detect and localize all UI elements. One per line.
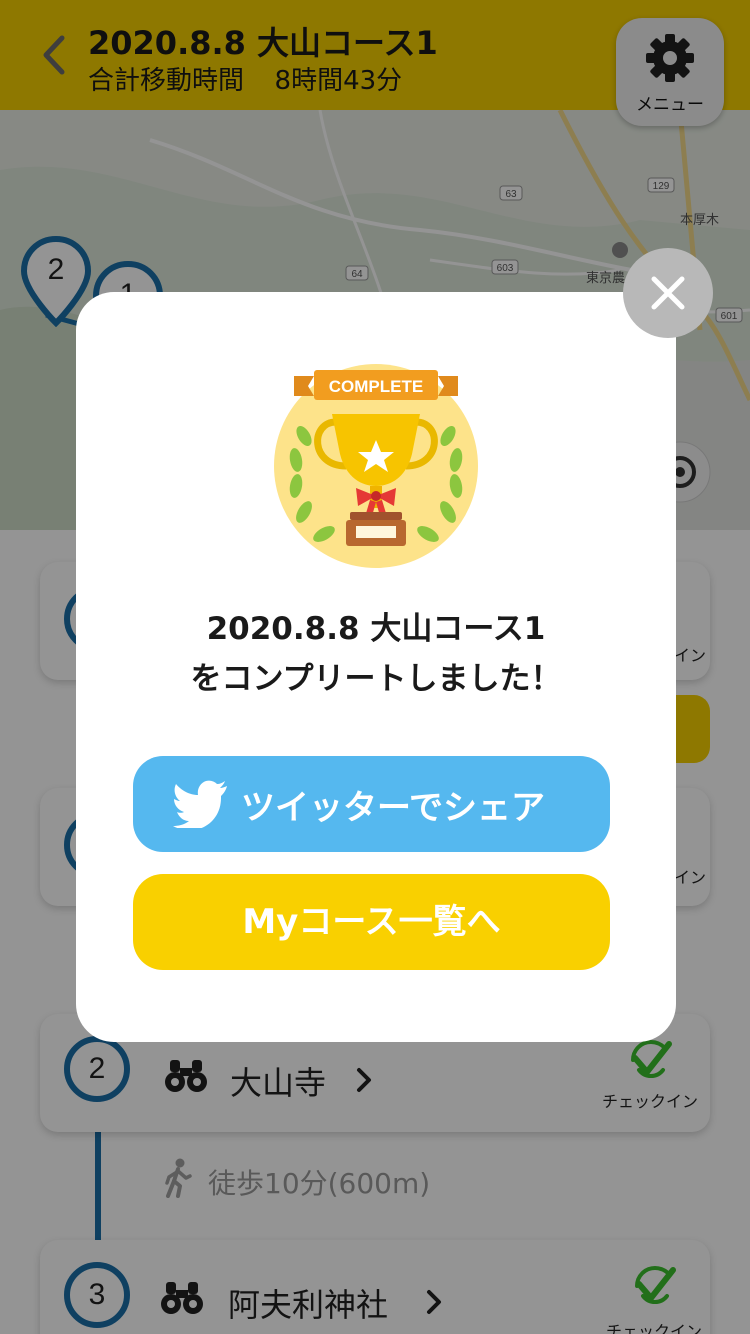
completion-message-course: 2020.8.8 大山コース1 <box>206 611 546 647</box>
twitter-bird-icon <box>173 780 227 828</box>
close-icon <box>651 276 685 310</box>
share-twitter-button[interactable]: ツイッターでシェア <box>133 756 610 852</box>
completion-message-complete: をコンプリートしました！ <box>190 661 562 697</box>
share-twitter-label: ツイッターでシェア <box>241 788 545 828</box>
my-course-list-button[interactable]: Myコース一覧へ <box>133 874 610 970</box>
completion-dialog: COMPLETE 2020.8.8 大山コース1 をコンプリートしました！ ツイ… <box>76 292 676 1042</box>
close-dialog-button[interactable] <box>623 248 713 338</box>
completion-message: 2020.8.8 大山コース1 をコンプリートしました！ <box>76 604 676 704</box>
trophy-complete-badge: COMPLETE <box>274 364 478 568</box>
complete-badge-text: COMPLETE <box>329 377 423 396</box>
